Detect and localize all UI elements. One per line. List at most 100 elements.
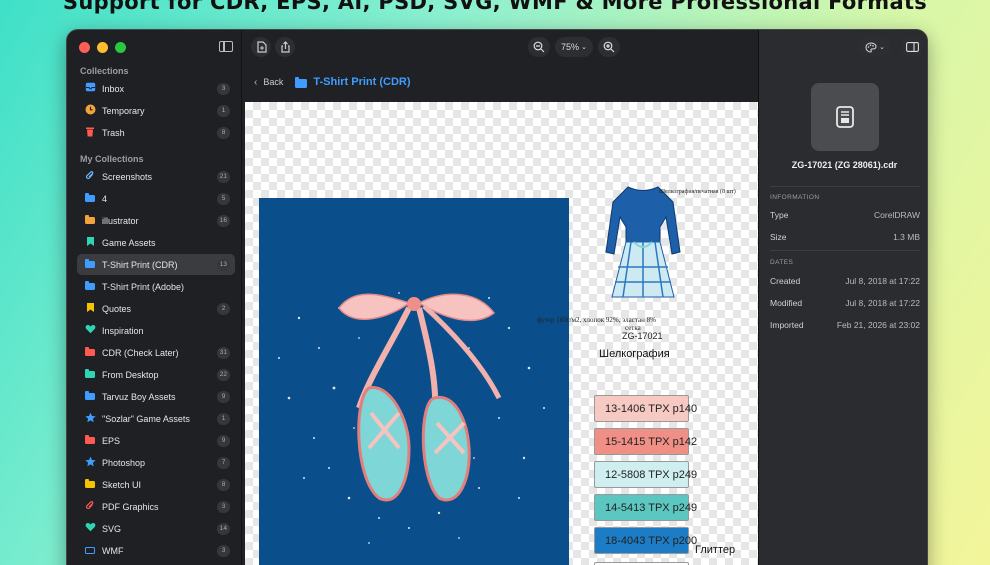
sidebar-item-photoshop[interactable]: Photoshop 7: [77, 452, 235, 473]
type-label: Type: [770, 210, 789, 220]
ballet-shoes-illustration: [278, 292, 545, 544]
inspector-toggle-icon: [905, 42, 919, 52]
zoom-window-button[interactable]: [115, 42, 126, 53]
sidebar-item-label: Game Assets: [102, 237, 156, 248]
sidebar-item-wmf[interactable]: WMF 3: [77, 540, 235, 561]
folder-icon: [84, 214, 96, 227]
folder-icon: [84, 434, 96, 447]
sidebar-item-quotes[interactable]: Quotes 2: [77, 298, 235, 319]
item-count-badge: 16: [216, 214, 230, 227]
sidebar-item-label: T-Shirt Print (Adobe): [102, 281, 185, 292]
sidebar-item-label: Tarvuz Boy Assets: [102, 391, 176, 402]
sidebar-item-sketch-ui[interactable]: Sketch UI 8: [77, 474, 235, 495]
sidebar-item-label: Sketch UI: [102, 479, 142, 490]
folder-icon: [295, 76, 308, 88]
new-document-button[interactable]: [251, 37, 271, 57]
folder-icon: [84, 346, 96, 359]
sidebar-item-label: CDR (Check Later): [102, 347, 179, 358]
sidebar-item-illustrator[interactable]: illustrator 16: [77, 210, 235, 231]
collections-heading: Collections: [80, 66, 129, 76]
item-count-badge: 3: [217, 544, 230, 557]
palette-icon: [865, 41, 877, 53]
folder-icon: [84, 192, 96, 205]
item-count-badge: 3: [217, 500, 230, 513]
sidebar-item-pdf-graphics[interactable]: PDF Graphics 3: [77, 496, 235, 517]
swatch-label: 18-4043 TPX p200: [605, 534, 698, 547]
sidebar-item-t-shirt-print-cdr[interactable]: T-Shirt Print (CDR) 13: [77, 254, 235, 275]
size-row: Size 1.3 MB: [770, 232, 920, 242]
promo-banner-title: Support for CDR, EPS, AI, PSD, SVG, WMF …: [62, 0, 928, 14]
inbox-icon: [84, 82, 96, 95]
sidebar-item-label: Photoshop: [102, 457, 146, 468]
folder-icon: [84, 368, 96, 381]
sidebar-item-label: WMF: [102, 545, 124, 556]
close-window-button[interactable]: [79, 42, 90, 53]
sidebar-item-sozlar-game-assets[interactable]: "Sozlar" Game Assets 1: [77, 408, 235, 429]
item-count-badge: 3: [217, 82, 230, 95]
sidebar-item-inspiration[interactable]: Inspiration: [77, 320, 235, 341]
item-count-badge: 8: [217, 478, 230, 491]
minimize-window-button[interactable]: [97, 42, 108, 53]
modified-value: Jul 8, 2018 at 17:22: [845, 298, 920, 308]
item-count-badge: 14: [216, 522, 230, 535]
sidebar-item-tarvuz-boy-assets[interactable]: Tarvuz Boy Assets 9: [77, 386, 235, 407]
back-button[interactable]: Back: [263, 77, 283, 87]
sidebar-item-4[interactable]: 45: [77, 188, 235, 209]
swatch-label: 14-5413 TPX p249: [605, 501, 698, 514]
glitter-label: Глиттер: [695, 544, 736, 556]
share-button[interactable]: [275, 37, 295, 57]
sidebar-toggle-icon[interactable]: [219, 41, 233, 52]
main-panel: 75% ⌄ ‹ Back T-Shirt Print (CDR) Шелкогр…: [242, 30, 758, 565]
size-label: Size: [770, 232, 787, 242]
sidebar-item-temporary[interactable]: Temporary 1: [77, 100, 235, 121]
imported-row: Imported Feb 21, 2026 at 23:02: [770, 320, 920, 330]
star-icon: [84, 456, 96, 470]
print-note: Шелкография/печатная (8 шт): [659, 189, 736, 195]
sidebar-item-svg[interactable]: SVG 14: [77, 518, 235, 539]
sidebar-item-label: Trash: [102, 127, 125, 138]
inspector-toggle-button[interactable]: [901, 37, 923, 57]
bookmark-icon: [84, 236, 96, 250]
sidebar-item-trash[interactable]: Trash 8: [77, 122, 235, 143]
document-preview[interactable]: Шелкография/печатная (8 шт) футер 160г/м…: [245, 102, 758, 565]
zoom-level-select[interactable]: 75% ⌄: [555, 37, 593, 57]
artwork-ballet-shoes: [259, 198, 569, 565]
clock-icon: [84, 104, 96, 118]
appearance-button[interactable]: ⌄: [859, 37, 891, 57]
folder-icon: [84, 280, 96, 293]
item-count-badge: 9: [217, 434, 230, 447]
sidebar-item-inbox[interactable]: Inbox 3: [77, 78, 235, 99]
zoom-in-button[interactable]: [598, 37, 620, 57]
sidebar-item-from-desktop[interactable]: From Desktop 22: [77, 364, 235, 385]
item-count-badge: 22: [216, 368, 230, 381]
color-swatch: 12-5808 TPX p249: [594, 461, 697, 488]
sidebar-item-cdr-check-later[interactable]: CDR (Check Later) 31: [77, 342, 235, 363]
type-row: Type CorelDRAW: [770, 210, 920, 220]
star-icon: [84, 412, 96, 426]
heart-icon: [84, 324, 96, 337]
fabric-note: футер 160г/м2, хлопок 92%, эластан 8%: [537, 316, 656, 324]
share-icon: [280, 41, 290, 53]
chevron-down-icon: ⌄: [581, 44, 587, 51]
sidebar-item-label: PDF Graphics: [102, 501, 159, 512]
created-value: Jul 8, 2018 at 17:22: [845, 276, 920, 286]
file-thumbnail: [811, 83, 879, 151]
sidebar-item-label: "Sozlar" Game Assets: [102, 413, 190, 424]
zoom-out-button[interactable]: [528, 37, 550, 57]
sidebar-item-game-assets[interactable]: Game Assets: [77, 232, 235, 253]
swatch-label: 15-1415 TPX p142: [605, 435, 698, 448]
sidebar-item-eps[interactable]: EPS 9: [77, 430, 235, 451]
item-count-badge: 31: [216, 346, 230, 359]
heart-icon: [84, 522, 96, 535]
size-value: 1.3 MB: [893, 232, 920, 242]
item-count-badge: 9: [217, 390, 230, 403]
color-swatch: 18-4043 TPX p200: [594, 527, 697, 554]
sidebar-item-label: Inbox: [102, 83, 125, 94]
chevron-left-icon[interactable]: ‹: [254, 77, 257, 88]
sidebar-item-t-shirt-print-adobe[interactable]: T-Shirt Print (Adobe): [77, 276, 235, 297]
item-count-badge: 7: [217, 456, 230, 469]
item-count-badge: 8: [217, 126, 230, 139]
sidebar-item-screenshots[interactable]: Screenshots 21: [77, 166, 235, 187]
divider: [770, 250, 920, 251]
my-collections-heading: My Collections: [80, 154, 144, 164]
